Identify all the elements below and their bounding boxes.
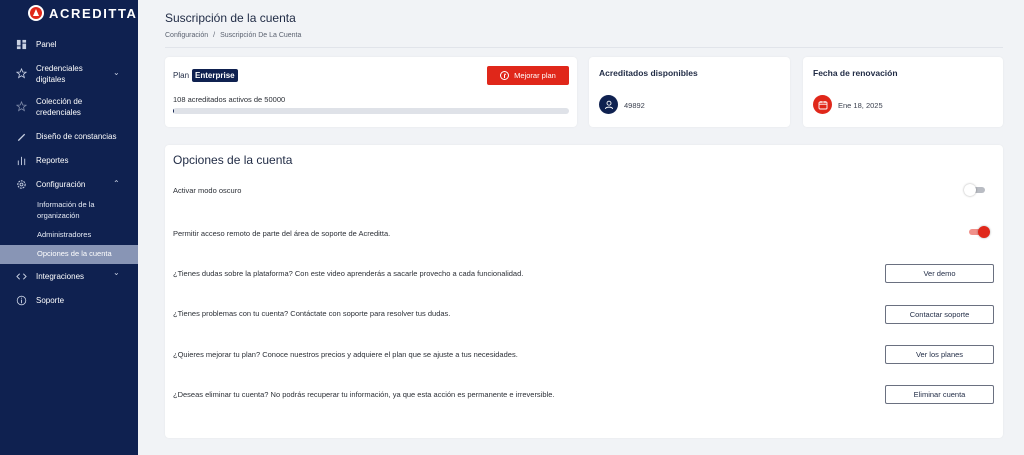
dark-mode-label: Activar modo oscuro xyxy=(173,186,242,195)
sidebar: ACREDITTA Panel Credenciales digitales ⌄… xyxy=(0,0,138,455)
plan-prefix: Plan xyxy=(173,71,190,80)
sidebar-item-credenciales-digitales[interactable]: Credenciales digitales ⌄ xyxy=(0,63,138,85)
dark-mode-toggle[interactable] xyxy=(964,184,988,196)
sidebar-subitem-opciones-cuenta[interactable]: Opciones de la cuenta xyxy=(0,245,138,264)
calendar-icon xyxy=(813,95,832,114)
sidebar-item-label: Reportes xyxy=(36,156,69,165)
ver-demo-button[interactable]: Ver demo xyxy=(885,264,994,283)
brand-logo[interactable]: ACREDITTA xyxy=(28,5,138,21)
bar-chart-icon xyxy=(17,156,26,166)
sidebar-item-panel[interactable]: Panel xyxy=(0,39,138,51)
contactar-soporte-button[interactable]: Contactar soporte xyxy=(885,305,994,324)
upgrade-plan-label: Mejorar plan xyxy=(514,71,556,80)
page-title: Suscripción de la cuenta xyxy=(165,11,296,25)
plans-text: ¿Quieres mejorar tu plan? Conoce nuestro… xyxy=(173,350,518,359)
plan-card: Plan Enterprise Mejorar plan 108 acredit… xyxy=(165,57,577,127)
sidebar-item-label: Configuración xyxy=(36,180,86,189)
sidebar-item-diseno-constancias[interactable]: Diseño de constancias xyxy=(0,131,138,143)
breadcrumb-item-configuracion[interactable]: Configuración xyxy=(165,32,208,39)
renovacion-title: Fecha de renovación xyxy=(813,68,898,78)
plan-usage-text: 108 acreditados activos de 50000 xyxy=(173,95,286,104)
sidebar-item-label: Soporte xyxy=(36,296,65,305)
sidebar-subitem-administradores[interactable]: Administradores xyxy=(0,230,138,241)
plan-usage-progress-fill xyxy=(173,108,174,114)
acreditta-logo-icon xyxy=(28,5,44,21)
sidebar-item-label: Panel xyxy=(36,40,57,49)
renovacion-value: Ene 18, 2025 xyxy=(838,101,883,110)
chevron-down-icon: ⌄ xyxy=(113,68,120,77)
sidebar-item-integraciones[interactable]: Integraciones ⌄ xyxy=(0,268,138,283)
sidebar-item-label: Credenciales digitales xyxy=(36,64,83,84)
star-outline-icon xyxy=(16,101,27,112)
code-icon xyxy=(16,273,27,280)
support-text: ¿Tienes problemas con tu cuenta? Contáct… xyxy=(173,309,451,318)
breadcrumb-separator: / xyxy=(213,32,216,39)
pen-icon xyxy=(17,133,26,142)
sidebar-item-soporte[interactable]: Soporte xyxy=(0,295,138,307)
sidebar-item-reportes[interactable]: Reportes xyxy=(0,155,138,167)
demo-text: ¿Tienes dudas sobre la plataforma? Con e… xyxy=(173,269,524,278)
plan-label: Plan Enterprise xyxy=(173,69,238,82)
acreditados-card: Acreditados disponibles 49892 xyxy=(589,57,790,127)
acreditados-title: Acreditados disponibles xyxy=(599,68,698,78)
gear-icon xyxy=(17,180,26,189)
delete-account-text: ¿Deseas eliminar tu cuenta? No podrás re… xyxy=(173,390,555,399)
renovacion-card: Fecha de renovación Ene 18, 2025 xyxy=(803,57,1003,127)
sidebar-item-label: Diseño de constancias xyxy=(36,132,117,141)
header-divider xyxy=(165,47,1003,48)
breadcrumb-item-current: Suscripción De La Cuenta xyxy=(220,32,302,39)
dashboard-icon xyxy=(16,39,27,50)
upgrade-arrow-icon xyxy=(500,71,510,80)
remote-access-toggle[interactable] xyxy=(966,226,990,238)
chevron-down-icon: ⌄ xyxy=(113,268,120,277)
chevron-up-icon: ⌃ xyxy=(113,179,120,188)
breadcrumb: Configuración / Suscripción De La Cuenta xyxy=(165,32,301,39)
plan-tier-badge: Enterprise xyxy=(192,69,238,82)
eliminar-cuenta-button[interactable]: Eliminar cuenta xyxy=(885,385,994,404)
upgrade-plan-button[interactable]: Mejorar plan xyxy=(487,66,569,85)
ver-planes-button[interactable]: Ver los planes xyxy=(885,345,994,364)
brand-name: ACREDITTA xyxy=(49,5,138,21)
sidebar-item-coleccion-credenciales[interactable]: Colección de credenciales xyxy=(0,96,138,118)
info-icon xyxy=(16,295,27,306)
sidebar-item-configuracion[interactable]: Configuración ⌃ xyxy=(0,179,138,191)
star-icon xyxy=(16,68,27,79)
sidebar-subitem-informacion-organizacion[interactable]: Información de la organización xyxy=(0,200,138,221)
sidebar-item-label: Integraciones xyxy=(36,272,85,281)
user-icon xyxy=(599,95,618,114)
acreditados-value: 49892 xyxy=(624,101,645,110)
account-options-title: Opciones de la cuenta xyxy=(173,153,293,167)
remote-access-label: Permitir acceso remoto de parte del área… xyxy=(173,229,391,238)
plan-usage-progress xyxy=(173,108,569,114)
account-options-card: Opciones de la cuenta Activar modo oscur… xyxy=(165,145,1003,438)
sidebar-item-label: Colección de credenciales xyxy=(36,97,83,117)
